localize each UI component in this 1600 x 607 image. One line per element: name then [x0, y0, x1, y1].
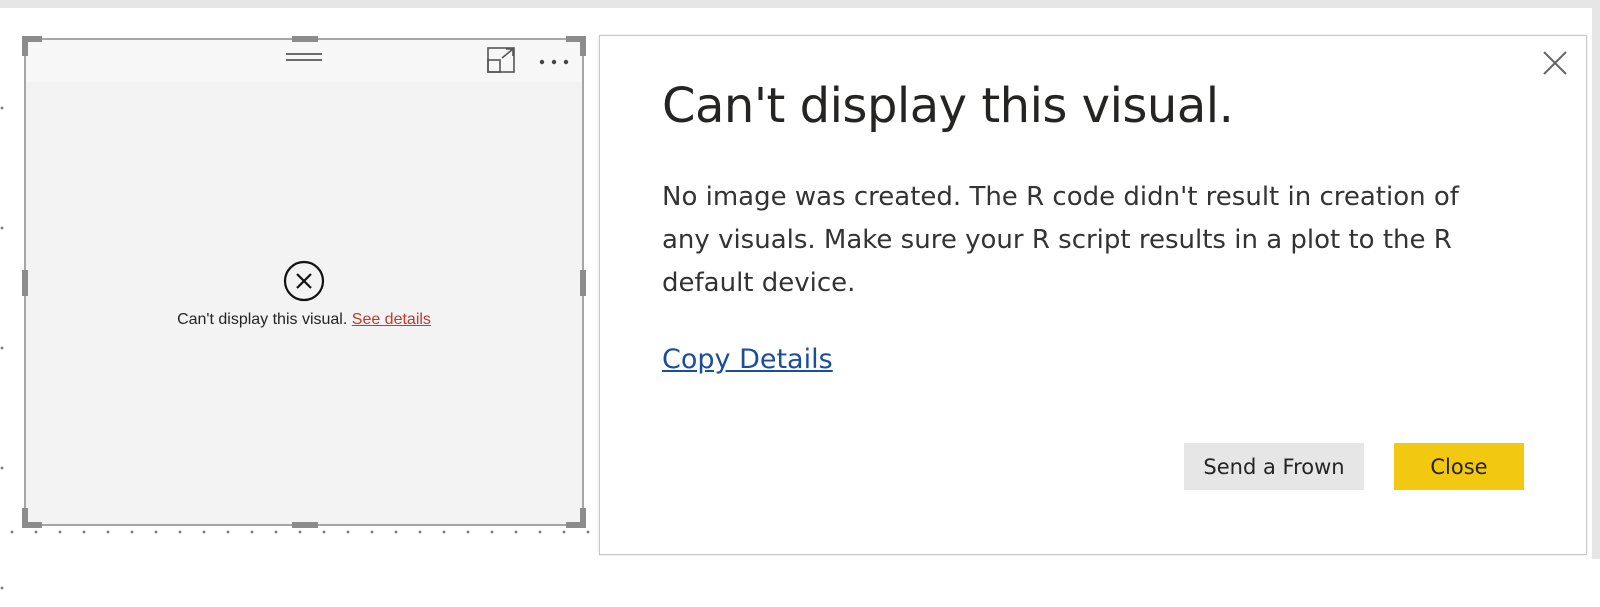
visual-container[interactable]: Can't display this visual. See details: [22, 36, 586, 528]
visual-header: [26, 40, 582, 82]
send-frown-button[interactable]: Send a Frown: [1184, 443, 1364, 490]
focus-mode-icon[interactable]: [486, 46, 518, 74]
error-circle-x-icon: [283, 260, 325, 302]
drag-grip-icon[interactable]: [286, 53, 322, 67]
resize-handle-top-right-v[interactable]: [580, 36, 586, 56]
close-button[interactable]: Close: [1394, 443, 1524, 490]
resize-handle-top[interactable]: [292, 36, 318, 42]
resize-handle-bottom-right-v[interactable]: [580, 508, 586, 528]
visual-error-message: Can't display this visual.: [177, 311, 348, 328]
report-canvas: Can't display this visual. See details C…: [0, 0, 1600, 607]
dialog-message: No image was created. The R code didn't …: [662, 182, 1459, 298]
error-dialog: Can't display this visual. No image was …: [599, 35, 1587, 555]
see-details-link[interactable]: See details: [352, 311, 431, 328]
resize-handle-top-left-v[interactable]: [22, 36, 28, 56]
canvas-grid-dots-left: [0, 48, 4, 607]
close-icon[interactable]: [1540, 48, 1570, 78]
canvas-grid-dots: [0, 530, 600, 534]
more-options-icon[interactable]: [534, 46, 574, 74]
dialog-title: Can't display this visual.: [662, 78, 1234, 134]
visual-error-area: Can't display this visual. See details: [26, 260, 582, 329]
resize-handle-bottom[interactable]: [292, 522, 318, 528]
visual-error-line: Can't display this visual. See details: [26, 311, 582, 329]
resize-handle-bottom-left-v[interactable]: [22, 508, 28, 528]
copy-details-link[interactable]: Copy Details: [662, 344, 833, 375]
